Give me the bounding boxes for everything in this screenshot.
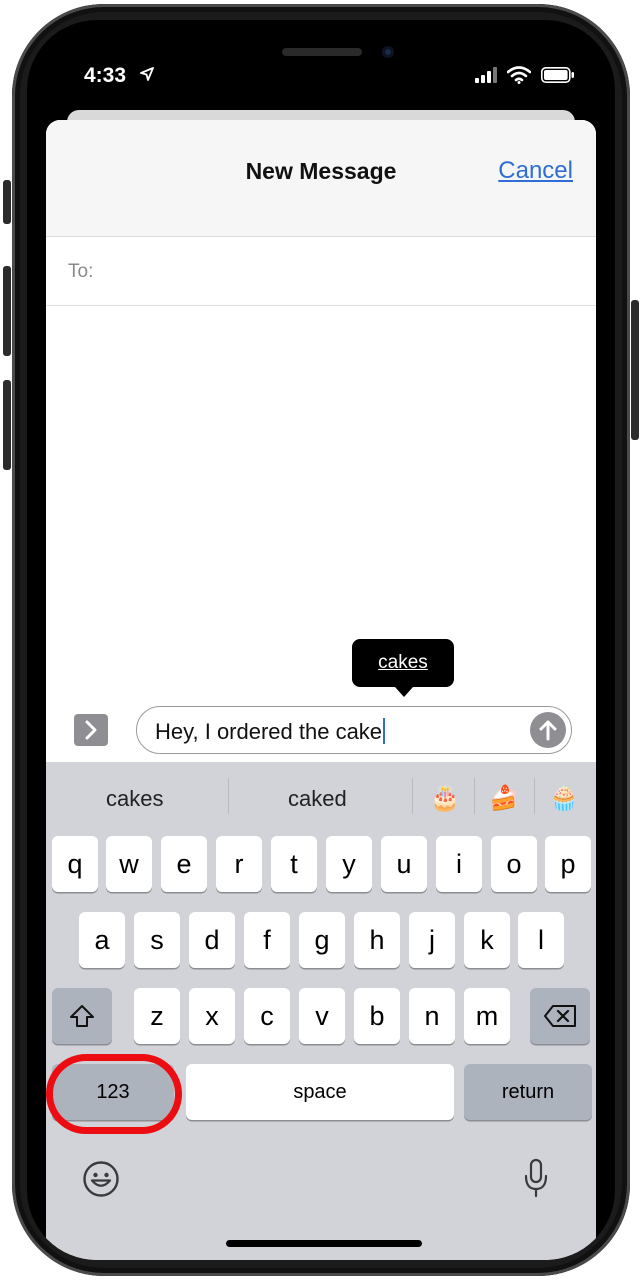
key-t[interactable]: t [271, 836, 317, 892]
suggestion-cakes[interactable]: cakes [106, 786, 163, 812]
message-input[interactable]: Hey, I ordered the cake [136, 706, 572, 754]
power-button [631, 300, 639, 440]
key-r[interactable]: r [216, 836, 262, 892]
suggestion-divider [474, 778, 475, 814]
chevron-right-icon [85, 720, 97, 740]
return-key[interactable]: return [464, 1064, 592, 1120]
key-k[interactable]: k [464, 912, 510, 968]
wifi-icon [507, 66, 531, 84]
bubble-tail [395, 687, 413, 697]
suggestion-cupcake-emoji[interactable]: 🧁 [549, 784, 579, 813]
recipient-field[interactable]: To: [46, 237, 596, 306]
key-j[interactable]: j [409, 912, 455, 968]
cellular-signal-icon [475, 67, 497, 83]
key-g[interactable]: g [299, 912, 345, 968]
keyboard: cakes caked 🎂 🍰 🧁 q w e r t y u i o p a [46, 762, 596, 1260]
delete-key[interactable] [530, 988, 590, 1044]
key-m[interactable]: m [464, 988, 510, 1044]
key-c[interactable]: c [244, 988, 290, 1044]
navigation-bar: New Message Cancel [46, 120, 596, 237]
autocorrect-bubble[interactable]: cakes [352, 639, 454, 697]
silent-switch [3, 180, 11, 224]
message-text: Hey, I ordered the cake [155, 718, 386, 745]
phone-screen: 4:33 New Message Cancel To: cakes Hey, I… [27, 20, 615, 1260]
cancel-button[interactable]: Cancel [498, 157, 573, 185]
shift-key[interactable] [52, 988, 112, 1044]
key-b[interactable]: b [354, 988, 400, 1044]
backspace-icon [544, 1005, 576, 1027]
key-z[interactable]: z [134, 988, 180, 1044]
autocorrect-suggestion: cakes [378, 652, 428, 673]
key-y[interactable]: y [326, 836, 372, 892]
text-caret [383, 718, 386, 744]
message-text-content: Hey, I ordered the cake [155, 719, 383, 744]
key-x[interactable]: x [189, 988, 235, 1044]
suggestion-birthday-cake-emoji[interactable]: 🎂 [430, 784, 460, 813]
predictive-bar: cakes caked 🎂 🍰 🧁 [46, 762, 596, 834]
new-message-sheet: New Message Cancel To: cakes Hey, I orde… [46, 120, 596, 1260]
location-arrow-icon [140, 67, 154, 81]
key-o[interactable]: o [491, 836, 537, 892]
key-s[interactable]: s [134, 912, 180, 968]
highlight-circle [46, 1054, 182, 1134]
suggestion-caked[interactable]: caked [288, 786, 347, 812]
key-d[interactable]: d [189, 912, 235, 968]
key-e[interactable]: e [161, 836, 207, 892]
app-drawer-button[interactable] [74, 714, 108, 746]
front-camera [382, 46, 394, 58]
status-icons [475, 66, 575, 84]
space-key[interactable]: space [186, 1064, 454, 1120]
suggestion-divider [534, 778, 535, 814]
volume-down-button [3, 380, 11, 470]
key-l[interactable]: l [518, 912, 564, 968]
volume-up-button [3, 266, 11, 356]
key-h[interactable]: h [354, 912, 400, 968]
suggestion-divider [228, 778, 229, 814]
shift-arrow-icon [70, 1005, 94, 1027]
arrow-up-icon [539, 720, 557, 741]
key-i[interactable]: i [436, 836, 482, 892]
home-indicator[interactable] [226, 1240, 422, 1247]
key-a[interactable]: a [79, 912, 125, 968]
key-n[interactable]: n [409, 988, 455, 1044]
key-v[interactable]: v [299, 988, 345, 1044]
microphone-icon[interactable] [523, 1158, 549, 1198]
suggestion-divider [412, 778, 413, 814]
to-label: To: [68, 261, 94, 282]
emoji-smiley-icon[interactable] [82, 1160, 120, 1198]
suggestion-shortcake-emoji[interactable]: 🍰 [489, 784, 519, 813]
key-p[interactable]: p [545, 836, 591, 892]
key-u[interactable]: u [381, 836, 427, 892]
status-time: 4:33 [84, 64, 127, 87]
key-f[interactable]: f [244, 912, 290, 968]
key-w[interactable]: w [106, 836, 152, 892]
battery-icon [541, 67, 574, 83]
send-button[interactable] [530, 712, 566, 748]
speaker-grille [282, 48, 362, 56]
key-q[interactable]: q [52, 836, 98, 892]
